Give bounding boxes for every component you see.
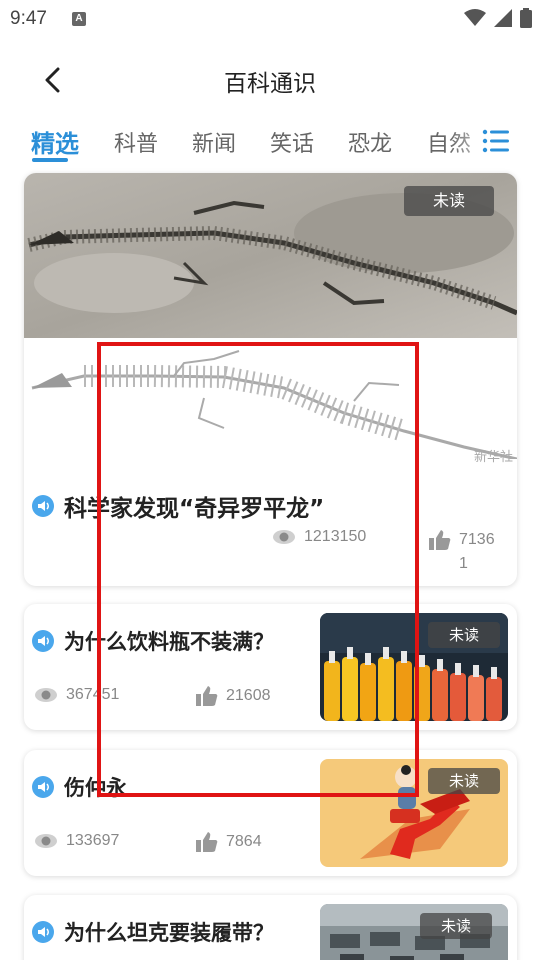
unread-badge: 未读 xyxy=(420,913,492,939)
featured-title-row: 科学家发现“奇异罗平龙” xyxy=(32,489,324,523)
header: 百科通识 xyxy=(0,50,540,110)
speaker-icon[interactable] xyxy=(32,495,54,517)
signal-icon xyxy=(494,9,512,27)
unread-badge: 未读 xyxy=(428,622,500,648)
tab-dinosaurs[interactable]: 恐龙 xyxy=(348,126,392,158)
unread-badge: 未读 xyxy=(428,768,500,794)
tab-menu-button[interactable] xyxy=(482,128,512,158)
status-icons xyxy=(464,8,532,28)
status-bar: 9:47 A xyxy=(0,0,540,38)
article-views: 133697 xyxy=(34,832,119,850)
speaker-icon[interactable] xyxy=(32,630,54,652)
article-title-row: 伤仲永 xyxy=(32,772,127,802)
article-title-row: 为什么饮料瓶不装满？ xyxy=(32,626,274,656)
battery-icon xyxy=(520,8,532,28)
featured-title: 科学家发现“奇异罗平龙” xyxy=(64,496,325,522)
tab-news[interactable]: 新闻 xyxy=(192,126,236,158)
image-watermark: 新华社 xyxy=(473,450,513,465)
article-card[interactable]: 为什么坦克要装履带？ 未读 xyxy=(24,895,517,960)
wifi-icon xyxy=(464,9,486,26)
article-title: 伤仲永 xyxy=(64,776,127,800)
article-views: 367451 xyxy=(34,686,119,704)
list-menu-icon xyxy=(482,129,509,153)
article-likes[interactable]: 7864 xyxy=(196,832,262,852)
article-card[interactable]: 为什么饮料瓶不装满？ 367451 21608 未读 xyxy=(24,604,517,730)
tab-science[interactable]: 科普 xyxy=(114,126,158,158)
thumbs-up-icon xyxy=(196,686,218,706)
unread-badge: 未读 xyxy=(404,186,494,216)
notification-icon: A xyxy=(72,12,86,26)
featured-likes[interactable]: 7136 1 xyxy=(429,528,495,576)
article-likes[interactable]: 21608 xyxy=(196,686,271,706)
speaker-icon[interactable] xyxy=(32,921,54,943)
status-time: 9:47 xyxy=(10,8,47,29)
article-title: 为什么饮料瓶不装满？ xyxy=(64,630,274,654)
tab-selected[interactable]: 精选 xyxy=(31,124,79,159)
category-tabs: 精选 科普 新闻 笑话 恐龙 自然 xyxy=(0,118,540,170)
page-title: 百科通识 xyxy=(224,71,316,97)
speaker-icon[interactable] xyxy=(32,776,54,798)
featured-article-card[interactable]: 新华社 未读 科学家发现“奇异罗平龙” 1213150 7136 1 xyxy=(24,173,517,586)
article-title: 为什么坦克要装履带？ xyxy=(64,921,274,945)
tab-jokes[interactable]: 笑话 xyxy=(270,126,314,158)
eye-icon xyxy=(35,688,57,702)
article-title-row: 为什么坦克要装履带？ xyxy=(32,917,274,947)
thumbs-up-icon xyxy=(429,530,451,550)
featured-views: 1213150 xyxy=(272,528,366,546)
article-card[interactable]: 伤仲永 133697 7864 未读 xyxy=(24,750,517,876)
thumbs-up-icon xyxy=(196,832,218,852)
eye-icon xyxy=(35,834,57,848)
active-tab-indicator xyxy=(32,158,68,162)
eye-icon xyxy=(273,530,295,544)
